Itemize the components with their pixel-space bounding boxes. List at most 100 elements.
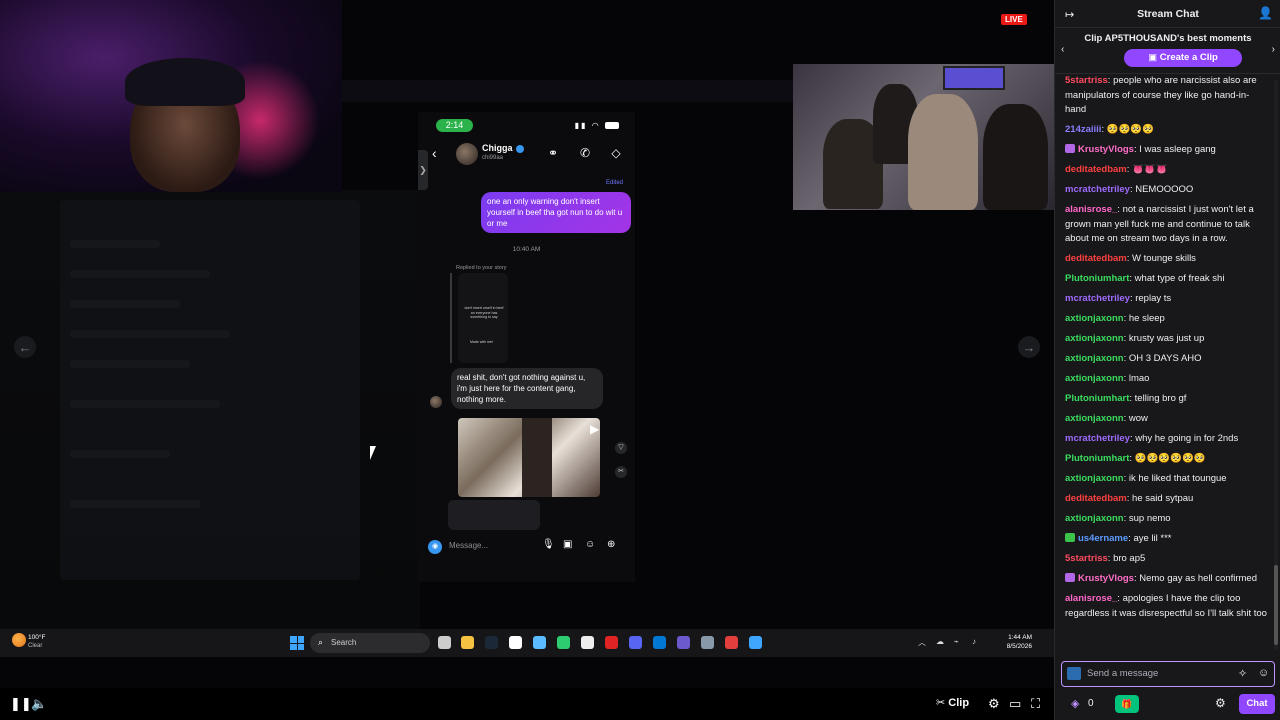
chat-username[interactable]: alanisrose_ (1065, 593, 1117, 604)
chat-username[interactable]: axtionjaxonn (1065, 313, 1124, 324)
chat-message-text: telling bro gf (1134, 393, 1187, 405)
obs-icon (581, 636, 594, 649)
shared-video-thumbnail (458, 418, 600, 497)
chat-username[interactable]: Plutoniumhart (1065, 453, 1129, 464)
chat-username[interactable]: deditatedbam (1065, 493, 1127, 504)
chat-username[interactable]: mcratchetriley (1065, 184, 1130, 195)
chat-username[interactable]: axtionjaxonn (1065, 413, 1124, 424)
tv-screen (943, 66, 1005, 90)
chat-username[interactable]: Plutoniumhart (1065, 273, 1129, 284)
chat-message: axtionjaxonn: krusty was just up (1065, 332, 1267, 347)
chat-message: deditatedbam: he said sytpau (1065, 492, 1267, 507)
settings-app-icon (701, 636, 714, 649)
chat-username[interactable]: Plutoniumhart (1065, 393, 1129, 404)
back-chevron-icon: ‹ (432, 145, 437, 161)
chat-message-text: Nemo gay as hell confirmed (1139, 573, 1257, 585)
chat-username[interactable]: mcratchetriley (1065, 433, 1130, 444)
clip-button[interactable]: ✂ Clip (936, 696, 969, 709)
chat-message-text: bro ap5 (1113, 553, 1146, 565)
chat-settings-icon[interactable]: ⚙ (1215, 696, 1226, 710)
chat-message: 5startriss: bro ap5 (1065, 552, 1267, 567)
chat-username[interactable]: mcratchetriley (1065, 293, 1130, 304)
chat-username[interactable]: deditatedbam (1065, 253, 1127, 264)
message-composer: ◉ Message... 🎙 ▣ ☺ ⊕ (424, 535, 629, 557)
chat-message-text: wow (1128, 413, 1148, 425)
chat-username[interactable]: 214zaiiii (1065, 124, 1101, 135)
outlook-icon (653, 636, 666, 649)
settings-gear-icon[interactable]: ⚙ (988, 696, 1000, 712)
chat-username[interactable]: axtionjaxonn (1065, 373, 1124, 384)
battery-icon (605, 122, 619, 130)
chat-messages: 5startriss: people who are narcissist al… (1055, 74, 1275, 652)
chat-badge-icon[interactable] (1067, 667, 1081, 680)
chat-username[interactable]: axtionjaxonn (1065, 513, 1124, 524)
chat-username[interactable]: axtionjaxonn (1065, 473, 1124, 484)
chat-send-button[interactable]: Chat (1239, 694, 1275, 714)
chat-message: 214zaiiii: 🥺🥺🥺🥺 (1065, 123, 1267, 138)
edited-label: Edited (605, 180, 623, 186)
chat-message: mcratchetriley: why he going in for 2nds (1065, 432, 1267, 447)
chat-username[interactable]: KrustyVlogs (1078, 144, 1134, 155)
app-icon (749, 636, 762, 649)
remix-icon: ✂ (615, 466, 627, 478)
steam-icon (485, 636, 498, 649)
dimmed-window-bar (342, 80, 794, 102)
chat-username[interactable]: alanisrose_ (1065, 204, 1117, 215)
chat-username[interactable]: deditatedbam (1065, 164, 1127, 175)
player-controls: ❚❚ 🔈 ✂ Clip ⚙ ▭ ⛶ (0, 688, 1054, 720)
chat-username[interactable]: 5startriss (1065, 75, 1108, 86)
volume-icon[interactable]: 🔈 (31, 696, 47, 712)
banner-next-icon[interactable]: › (1272, 44, 1275, 55)
chat-username[interactable]: us4ername (1078, 533, 1128, 544)
dimmed-row (70, 450, 170, 458)
story-text: don't insert urself in beef an everyone … (464, 306, 504, 319)
chat-username[interactable]: KrustyVlogs (1078, 573, 1134, 584)
banner-prev-icon[interactable]: ‹ (1061, 44, 1064, 55)
chat-username[interactable]: axtionjaxonn (1065, 333, 1124, 344)
mic-icon: 🎙 (542, 539, 555, 550)
next-arrow-icon: → (1018, 336, 1040, 358)
stream-chat-panel: ↦ Stream Chat 👤 Clip AP5THOUSAND's best … (1054, 0, 1280, 720)
emote-picker-icon[interactable]: ☺ (1258, 667, 1269, 679)
chat-input[interactable]: Send a message ✧ ☺ (1061, 661, 1275, 687)
tray-chevron-icon: ︿ (918, 638, 926, 647)
chat-message: mcratchetriley: NEMOOOOO (1065, 183, 1267, 198)
chat-message-text: W tounge skills (1132, 253, 1196, 265)
community-icon[interactable]: 👤 (1258, 6, 1273, 20)
outgoing-message: one an only warning don't insert yoursel… (481, 192, 631, 233)
stream-video[interactable]: ← → 2:14 ▮▮ ◠ ❯ ‹ Chigga chi99aa ⚭ ✆ ◇ E… (0, 0, 1054, 688)
chat-message-text: ik he liked that toungue (1128, 473, 1227, 485)
chat-scroll-thumb[interactable] (1274, 565, 1278, 645)
theatre-mode-icon[interactable]: ▭ (1009, 696, 1021, 712)
chat-message: mcratchetriley: replay ts (1065, 292, 1267, 307)
app-icon (677, 636, 690, 649)
chat-message: alanisrose_: not a narcissist I just won… (1065, 203, 1267, 247)
camera-icon: ◉ (428, 540, 442, 554)
chat-message: Plutoniumhart: telling bro gf (1065, 392, 1267, 407)
dm-header: ‹ Chigga chi99aa ⚭ ✆ ◇ (418, 140, 635, 168)
channel-points-icon[interactable]: ◈ (1071, 697, 1079, 710)
bits-icon[interactable]: ✧ (1238, 667, 1247, 680)
chat-badge-icon[interactable] (1065, 533, 1075, 543)
gift-icon[interactable]: 🎁 (1115, 695, 1139, 713)
chat-message: KrustyVlogs: I was asleep gang (1065, 143, 1267, 158)
create-clip-button[interactable]: ▣ Create a Clip (1124, 49, 1242, 67)
chat-badge-icon[interactable] (1065, 144, 1075, 154)
channel-points-count: 0 (1088, 698, 1094, 709)
pause-icon[interactable]: ❚❚ (10, 696, 32, 712)
chat-username[interactable]: 5startriss (1065, 553, 1108, 564)
taskbar-search: ⌕ Search (310, 633, 430, 653)
chat-username[interactable]: axtionjaxonn (1065, 353, 1124, 364)
verified-icon (515, 144, 524, 153)
chat-message: KrustyVlogs: Nemo gay as hell confirmed (1065, 572, 1267, 587)
chat-message: Plutoniumhart: what type of freak shi (1065, 272, 1267, 287)
phone-call-icon: ✆ (579, 146, 591, 160)
dimmed-row (70, 360, 190, 368)
chat-message-text: what type of freak shi (1134, 273, 1225, 285)
chat-message-text: aye lil *** (1133, 533, 1172, 545)
story-reply-line (450, 273, 452, 363)
contact-handle: chi99aa (482, 155, 504, 161)
chat-badge-icon[interactable] (1065, 573, 1075, 583)
fullscreen-icon[interactable]: ⛶ (1031, 696, 1040, 712)
chat-message: axtionjaxonn: OH 3 DAYS AHO (1065, 352, 1267, 367)
